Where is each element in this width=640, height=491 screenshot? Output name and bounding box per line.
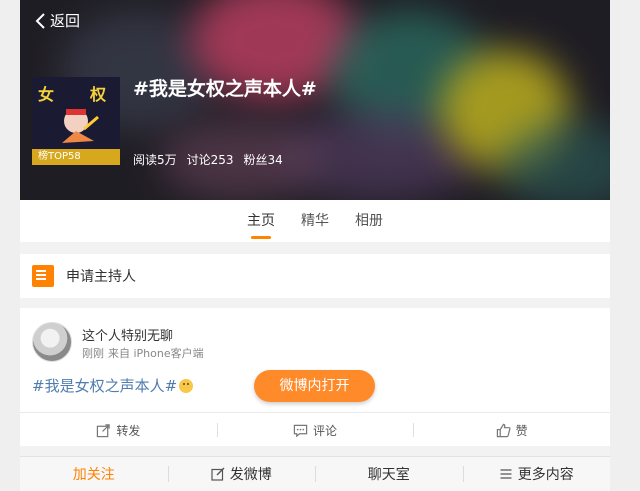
tab-album[interactable]: 相册 — [355, 200, 383, 242]
topic-title: #我是女权之声本人# — [133, 78, 317, 100]
thumb-up-icon — [496, 423, 511, 437]
follow-button[interactable]: 加关注 — [20, 457, 168, 491]
comment-icon — [293, 424, 308, 437]
back-label: 返回 — [50, 12, 81, 30]
topic-stats: 阅读5万 讨论253 粉丝34 — [133, 151, 283, 168]
follow-label: 加关注 — [72, 467, 115, 483]
cover-char-2: 权 — [90, 85, 107, 104]
more-content-button[interactable]: 更多内容 — [462, 457, 611, 491]
chevron-left-icon — [35, 12, 45, 29]
tab-featured[interactable]: 精华 — [301, 200, 329, 242]
post-card: 这个人特别无聊 刚刚 来自 iPhone客户端 #我是女权之声本人# 微博内打开… — [20, 308, 610, 446]
smile-emoji-icon — [179, 378, 194, 393]
repost-button[interactable]: 转发 — [20, 413, 217, 447]
chatroom-label: 聊天室 — [367, 467, 410, 483]
rank-badge: 榜TOP58 — [32, 149, 120, 165]
compose-button[interactable]: 发微博 — [167, 457, 316, 491]
post-content[interactable]: #我是女权之声本人# — [32, 375, 194, 396]
apply-host-label: 申请主持人 — [66, 269, 136, 285]
compose-icon — [211, 467, 225, 481]
more-content-label: 更多内容 — [517, 467, 574, 483]
cover-char-1: 女 — [38, 85, 55, 104]
like-button[interactable]: 赞 — [413, 413, 610, 447]
open-in-weibo-button[interactable]: 微博内打开 — [254, 370, 375, 402]
post-username[interactable]: 这个人特别无聊 — [82, 325, 173, 344]
page: 返回 女 权 榜TOP58 #我是女权之声本人# 阅读5万 讨论253 粉丝34… — [20, 0, 610, 491]
repost-label: 转发 — [116, 423, 141, 438]
like-label: 赞 — [515, 423, 528, 438]
tab-bar: 主页 精华 相册 — [20, 200, 610, 242]
post-source: 来自 iPhone客户端 — [108, 347, 204, 360]
topic-header: 返回 女 权 榜TOP58 #我是女权之声本人# 阅读5万 讨论253 粉丝34 — [20, 0, 610, 200]
post-actions: 转发 评论 赞 — [20, 412, 610, 447]
post-time: 刚刚 — [82, 347, 104, 360]
topic-cover-image: 女 权 榜TOP58 — [32, 77, 120, 165]
post-meta: 刚刚 来自 iPhone客户端 — [82, 345, 204, 361]
share-icon — [97, 423, 111, 437]
chatroom-button[interactable]: 聊天室 — [315, 457, 463, 491]
menu-icon — [500, 469, 512, 479]
tab-home[interactable]: 主页 — [247, 200, 275, 242]
back-button[interactable]: 返回 — [34, 10, 80, 31]
bottom-bar: 加关注 发微博 聊天室 更多内容 — [20, 456, 610, 491]
comment-label: 评论 — [313, 423, 338, 438]
apply-host-item[interactable]: 申请主持人 — [20, 254, 610, 298]
discussion-count: 讨论253 — [186, 153, 234, 167]
host-list-icon — [32, 265, 54, 287]
fans-count: 粉丝34 — [243, 153, 283, 167]
compose-label: 发微博 — [229, 467, 272, 483]
comment-button[interactable]: 评论 — [216, 413, 414, 447]
avatar[interactable] — [32, 322, 72, 362]
post-topic-link[interactable]: #我是女权之声本人# — [32, 375, 177, 396]
read-count: 阅读5万 — [133, 153, 177, 167]
